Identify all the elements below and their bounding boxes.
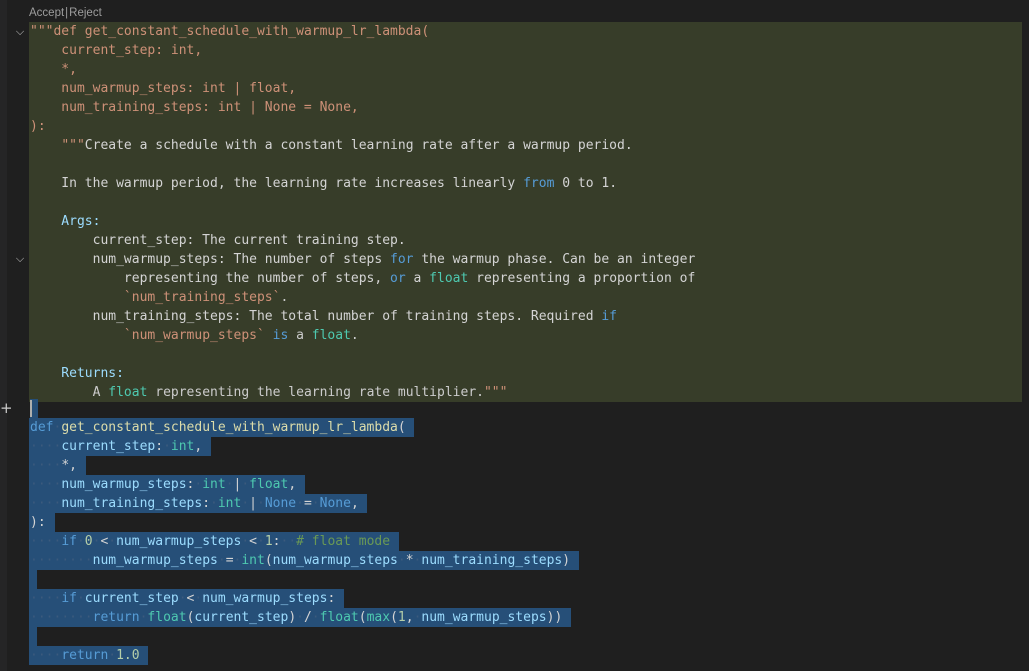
code-text: ····if·current_step·<·num_warmup_steps: — [30, 591, 336, 606]
inserted-code-line: num_training_steps: The total number of … — [29, 307, 1022, 326]
selected-code-line[interactable] — [0, 627, 1029, 646]
code-text: representing the number of steps, or a f… — [30, 271, 696, 286]
selected-code-line[interactable]: ········num_warmup_steps·=·int(num_warmu… — [0, 551, 1029, 570]
code-text: ········num_warmup_steps·=·int(num_warmu… — [30, 553, 571, 568]
inserted-code-line: *, — [29, 60, 1022, 79]
code-text: *, — [30, 62, 77, 77]
code-text: ····if·0·<·num_warmup_steps·<·1:··# floa… — [30, 534, 391, 549]
inserted-code-line: """def get_constant_schedule_with_warmup… — [29, 22, 1022, 41]
code-text: ····return·1.0 — [30, 648, 140, 663]
inserted-code-line: `num_training_steps`. — [29, 288, 1022, 307]
inserted-code-line — [29, 155, 1022, 174]
inserted-code-line: current_step: The current training step. — [29, 231, 1022, 250]
inserted-code-line — [29, 345, 1022, 364]
code-text: def·get_constant_schedule_with_warmup_lr… — [30, 420, 406, 435]
selected-code-line[interactable]: ): — [0, 513, 1029, 532]
selected-code-line[interactable]: ····current_step:·int, — [0, 437, 1029, 456]
code-text: `num_training_steps`. — [123, 290, 289, 305]
inserted-code-line: Returns: — [29, 364, 1022, 383]
selected-code-line[interactable] — [0, 399, 1029, 418]
code-text: """def get_constant_schedule_with_warmup… — [30, 24, 430, 39]
selection-highlight — [29, 570, 37, 589]
code-text: ): — [30, 515, 46, 530]
code-text: ····*, — [30, 458, 77, 473]
inline-diff-codelens: Accept|Reject — [29, 4, 102, 22]
code-text: ········return·float(current_step)·/·flo… — [30, 610, 563, 625]
code-text: In the warmup period, the learning rate … — [30, 176, 618, 191]
inserted-code-line: ): — [29, 117, 1022, 136]
selected-code-line[interactable]: def·get_constant_schedule_with_warmup_lr… — [0, 418, 1029, 437]
code-text: ····current_step:·int, — [30, 439, 203, 454]
inserted-code-line: `num_warmup_steps` is a float. — [29, 326, 1022, 345]
code-text: Args: — [30, 214, 101, 229]
selected-code-line[interactable]: ····num_training_steps:·int·|·None·=·Non… — [0, 494, 1029, 513]
selected-code-line[interactable] — [0, 570, 1029, 589]
code-text: num_training_steps: int | None = None, — [30, 100, 359, 115]
text-cursor — [30, 400, 32, 417]
selected-code-line[interactable]: ····num_warmup_steps:·int·|·float, — [0, 475, 1029, 494]
inserted-code-line: num_warmup_steps: int | float, — [29, 79, 1022, 98]
inserted-code-line: In the warmup period, the learning rate … — [29, 174, 1022, 193]
code-editor[interactable]: Accept|Reject ⌵ ⌵ + """def get_constant_… — [0, 0, 1029, 671]
chevron-down-icon[interactable]: ⌵ — [14, 22, 26, 41]
code-text: Returns: — [30, 366, 124, 381]
code-text: current_step: int, — [30, 43, 203, 58]
selected-code-line[interactable]: ········return·float(current_step)·/·flo… — [0, 608, 1029, 627]
code-text: ): — [30, 119, 46, 134]
code-text: num_warmup_steps: int | float, — [30, 81, 297, 96]
code-text: `num_warmup_steps` is a float. — [123, 328, 359, 343]
selected-code-line[interactable]: ····if·0·<·num_warmup_steps·<·1:··# floa… — [0, 532, 1029, 551]
inserted-code-line — [29, 193, 1022, 212]
reject-button[interactable]: Reject — [69, 7, 102, 19]
inserted-code-line: num_training_steps: int | None = None, — [29, 98, 1022, 117]
code-text: current_step: The current training step. — [30, 233, 406, 248]
code-text: num_training_steps: The total number of … — [30, 309, 618, 324]
selected-code-line[interactable]: ····return·1.0 — [0, 646, 1029, 665]
code-text: num_warmup_steps: The number of steps fo… — [30, 252, 696, 267]
inserted-code-line: current_step: int, — [29, 41, 1022, 60]
accept-button[interactable]: Accept — [29, 7, 64, 19]
inserted-code-line: num_warmup_steps: The number of steps fo… — [29, 250, 1022, 269]
inserted-code-line: Args: — [29, 212, 1022, 231]
selected-code-line[interactable]: ····if·current_step·<·num_warmup_steps: — [0, 589, 1029, 608]
inserted-code-line: """Create a schedule with a constant lea… — [29, 136, 1022, 155]
chevron-down-icon[interactable]: ⌵ — [14, 249, 26, 268]
code-text: ····num_warmup_steps:·int·|·float, — [30, 477, 297, 492]
code-text: """Create a schedule with a constant lea… — [61, 138, 633, 153]
selected-code-line[interactable]: ····*, — [0, 456, 1029, 475]
inserted-code-line: representing the number of steps, or a f… — [29, 269, 1022, 288]
code-text: ····num_training_steps:·int·|·None·=·Non… — [30, 496, 359, 511]
selection-highlight — [29, 627, 37, 646]
